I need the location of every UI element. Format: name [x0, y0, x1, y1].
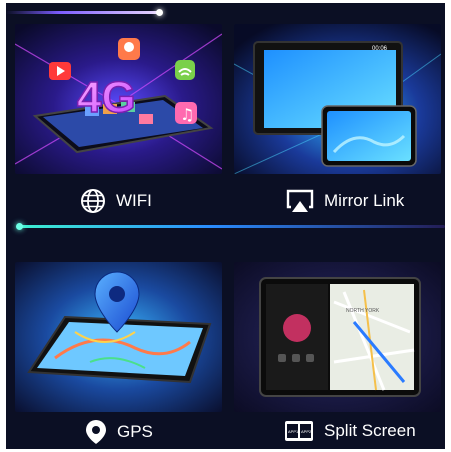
wifi-feature-image: 4G ♫ — [15, 24, 222, 174]
location-pin-icon — [86, 420, 106, 444]
feature-panel: 4G ♫ WIFI 00:06 Mirror Link GPS NORTH YO… — [6, 3, 445, 449]
split-screen-caption: APP1 APP2 Split Screen — [284, 419, 416, 443]
middle-divider — [16, 223, 445, 230]
mirror-link-caption: Mirror Link — [286, 188, 404, 214]
wifi-caption: WIFI — [80, 188, 152, 214]
svg-text:♫: ♫ — [180, 105, 194, 124]
wifi-label: WIFI — [116, 191, 152, 210]
divider-dot — [156, 9, 163, 16]
split-screen-feature-image: NORTH YORK — [234, 262, 441, 412]
gps-label: GPS — [117, 422, 153, 441]
gps-caption: GPS — [85, 419, 153, 445]
split-screen-icon: APP1 APP2 — [285, 421, 313, 441]
split-icon-app1: APP1 — [288, 429, 299, 434]
top-divider — [6, 9, 163, 16]
divider-dot — [16, 223, 23, 230]
globe-icon — [81, 189, 105, 213]
split-icon-app2: APP2 — [301, 429, 312, 434]
mirror-link-label: Mirror Link — [324, 191, 405, 210]
airplay-icon — [286, 189, 314, 212]
map-label-north-york: NORTH YORK — [346, 308, 380, 314]
4g-badge: 4G — [77, 73, 136, 122]
mirror-link-feature-image: 00:06 — [234, 24, 441, 174]
gps-feature-image — [15, 262, 222, 412]
status-time: 00:06 — [372, 46, 388, 52]
split-screen-label: Split Screen — [324, 421, 416, 440]
